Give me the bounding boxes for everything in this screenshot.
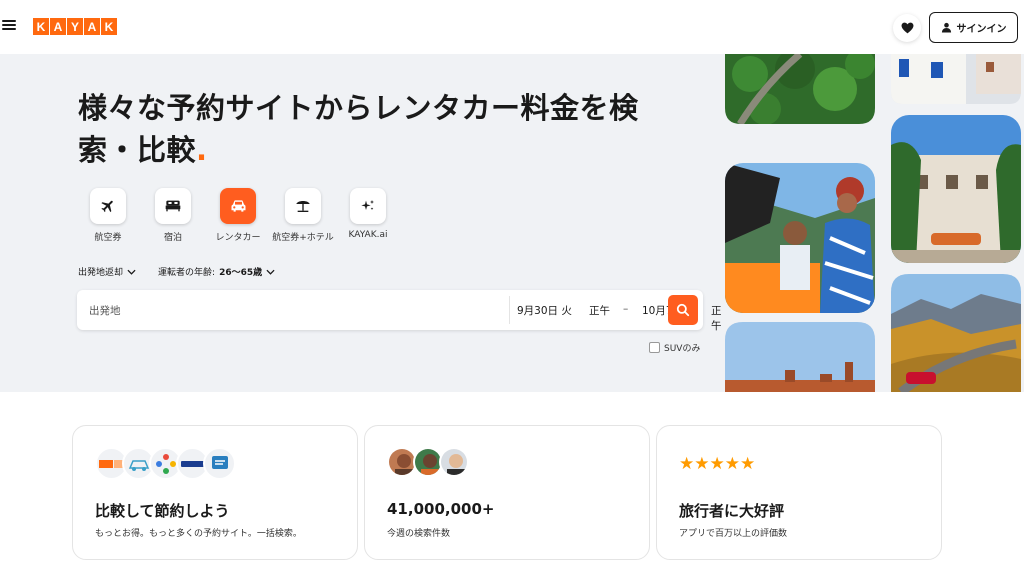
search-icon	[676, 303, 690, 317]
user-avatars	[387, 447, 469, 477]
search-options: 出発地返却 運転者の年齢: 26〜65歳	[78, 265, 275, 278]
chevron-down-icon	[266, 269, 275, 275]
sparkle-icon	[361, 200, 374, 210]
tab-cars-box	[220, 188, 256, 224]
signin-label: サインイン	[956, 24, 1007, 35]
tab-flight-hotel[interactable]: 航空券+ホテル	[268, 188, 338, 243]
tab-kayak-ai-label: KAYAK.ai	[348, 230, 388, 240]
travelers-car-photo	[725, 163, 875, 313]
desert-rocks-photo	[725, 322, 875, 392]
pickup-time-field[interactable]: 正午	[589, 303, 610, 318]
page-title: 様々な予約サイトからレンタカー料金を検 索・比較.	[78, 87, 678, 171]
logo-letter: A	[84, 18, 100, 35]
avatar	[439, 447, 469, 477]
kayak-logo[interactable]: K A Y A K	[33, 18, 117, 35]
driver-age-prefix: 運転者の年齢:	[158, 268, 216, 278]
tab-cars[interactable]: レンタカー	[203, 188, 273, 243]
logo-letter: Y	[67, 18, 83, 35]
feature-card-compare: 比較して節約しよう もっとお得。もっと多くの予約サイト。一括検索。	[72, 425, 358, 560]
airplane-icon	[101, 200, 113, 213]
logo-letter: K	[33, 18, 49, 35]
card-title: 旅行者に大好評	[679, 502, 785, 520]
hero-section: 様々な予約サイトからレンタカー料金を検 索・比較. 航空券 宿泊 レンタカー 航…	[0, 54, 1024, 392]
card-subtitle: もっとお得。もっと多くの予約サイト。一括検索。	[95, 529, 302, 539]
return-location-label: 出発地返却	[78, 268, 124, 278]
title-line-2: 索・比較	[78, 133, 197, 167]
chevron-down-icon	[127, 269, 136, 275]
tab-kayak-ai[interactable]: KAYAK.ai	[333, 188, 403, 240]
divider	[509, 296, 510, 324]
suv-only-checkbox[interactable]: SUVのみ	[649, 341, 700, 354]
tab-stays-box	[155, 188, 191, 224]
title-line-1: 様々な予約サイトからレンタカー料金を検	[78, 91, 639, 125]
feature-card-searches: 41,000,000+ 今週の検索件数	[364, 425, 650, 560]
top-header: K A Y A K サインイン	[0, 0, 1024, 54]
car-icon	[231, 200, 245, 212]
card-subtitle: アプリで百万以上の評価数	[679, 529, 788, 539]
pickup-date-field[interactable]: 9月30日 火	[517, 303, 572, 318]
card-subtitle: 今週の検索件数	[387, 529, 451, 539]
heart-icon	[901, 22, 913, 34]
hamburger-menu-icon[interactable]	[2, 18, 16, 32]
search-button[interactable]	[668, 295, 698, 325]
card-title: 41,000,000+	[387, 500, 495, 518]
tab-flight-hotel-label: 航空券+ホテル	[272, 233, 334, 243]
star-rating-icon: ★★★★★	[679, 454, 756, 474]
mountain-road-photo	[891, 274, 1021, 392]
tab-flights-box	[90, 188, 126, 224]
driver-age-value: 26〜65歳	[219, 268, 263, 278]
logo-letter: K	[101, 18, 117, 35]
tab-stays[interactable]: 宿泊	[138, 188, 208, 243]
title-dot: .	[196, 133, 208, 167]
logo-letter: A	[50, 18, 66, 35]
signin-button[interactable]: サインイン	[929, 12, 1018, 43]
forest-road-photo	[725, 54, 875, 124]
partner-logos	[95, 447, 236, 480]
tab-flights[interactable]: 航空券	[73, 188, 143, 243]
return-location-dropdown[interactable]: 出発地返却	[78, 265, 136, 278]
beach-umbrella-icon	[296, 201, 310, 212]
tab-flight-hotel-box	[285, 188, 321, 224]
bed-icon	[165, 200, 181, 212]
favorites-button[interactable]	[893, 14, 921, 42]
dropoff-time-field[interactable]: 正午	[711, 303, 722, 333]
tab-stays-label: 宿泊	[163, 233, 182, 243]
partner-logo	[203, 447, 236, 480]
date-separator: –	[623, 303, 629, 315]
car-search-form: 出発地 9月30日 火 正午 – 10月7日 火 正午	[77, 290, 722, 332]
user-icon	[941, 22, 951, 33]
palm-building-photo	[891, 115, 1021, 263]
tab-kayak-ai-box	[350, 188, 386, 224]
white-house-photo	[891, 54, 1021, 104]
driver-age-dropdown[interactable]: 運転者の年齢: 26〜65歳	[158, 265, 275, 278]
card-title: 比較して節約しよう	[95, 502, 230, 520]
tab-flights-label: 航空券	[94, 233, 122, 243]
feature-card-reviews: ★★★★★ 旅行者に大好評 アプリで百万以上の評価数	[656, 425, 942, 560]
suv-only-label: SUVのみ	[664, 344, 701, 354]
checkbox-box	[649, 342, 660, 353]
pickup-location-input[interactable]: 出発地	[89, 303, 121, 318]
tab-cars-label: レンタカー	[215, 233, 261, 243]
